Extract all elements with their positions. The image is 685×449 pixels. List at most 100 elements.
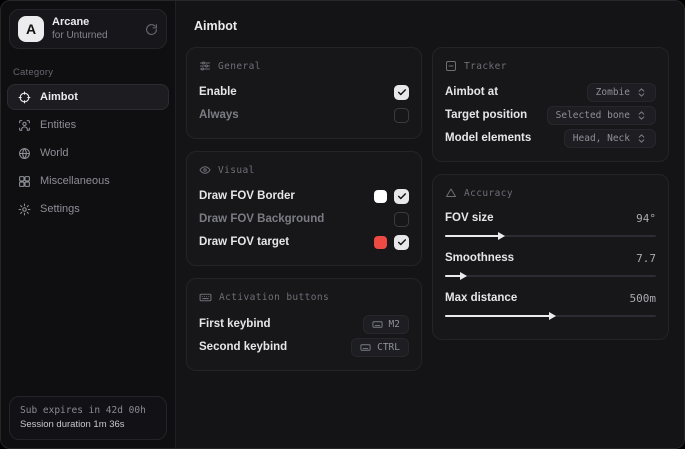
- setting-row-target-position: Target position Selected bone: [445, 104, 656, 126]
- select-value: Head, Neck: [573, 133, 630, 144]
- card-visual: Visual Draw FOV Border Draw FOV Backgrou…: [186, 151, 422, 266]
- card-tracker: Tracker Aimbot at Zombie Target position: [432, 47, 669, 162]
- card-title: General: [218, 61, 261, 72]
- second-keybind-button[interactable]: CTRL: [351, 338, 409, 357]
- gear-icon: [18, 203, 31, 216]
- keybind-value: M2: [389, 319, 400, 330]
- page-title: Aimbot: [194, 19, 669, 33]
- setting-row-model-elements: Model elements Head, Neck: [445, 127, 656, 149]
- session-duration-text: Session duration 1m 36s: [20, 418, 156, 432]
- grid-icon: [18, 175, 31, 188]
- slider-group-smoothness: Smoothness 7.7: [445, 248, 656, 282]
- setting-row-enable: Enable: [199, 81, 409, 103]
- refresh-icon[interactable]: [145, 23, 158, 36]
- sidebar-item-aimbot[interactable]: Aimbot: [7, 84, 169, 110]
- app-subtitle: for Unturned: [52, 30, 108, 42]
- eye-icon: [199, 164, 211, 176]
- always-checkbox[interactable]: [394, 108, 409, 123]
- first-keybind-button[interactable]: M2: [363, 315, 409, 334]
- slider-group-fov-size: FOV size 94°: [445, 208, 656, 242]
- chevrons-up-down-icon: [636, 110, 647, 121]
- app-title: Arcane: [52, 16, 108, 29]
- triangle-icon: [445, 187, 457, 199]
- sliders-icon: [199, 60, 211, 72]
- target-position-select[interactable]: Selected bone: [547, 106, 656, 125]
- slider-group-max-distance: Max distance 500m: [445, 288, 656, 322]
- keyboard-icon: [372, 319, 383, 330]
- setting-label: First keybind: [199, 318, 271, 330]
- card-title: Visual: [218, 165, 255, 176]
- setting-row-aimbot-at: Aimbot at Zombie: [445, 81, 656, 103]
- sidebar-item-label: Aimbot: [40, 91, 78, 103]
- sidebar-item-settings[interactable]: Settings: [7, 196, 169, 222]
- select-value: Zombie: [596, 87, 630, 98]
- max-distance-value: 500m: [630, 292, 657, 305]
- sidebar-nav: Aimbot Entities World Miscellaneous: [1, 84, 175, 222]
- setting-label: Always: [199, 109, 239, 121]
- app-window: A Arcane for Unturned Category Aimbot: [0, 0, 685, 449]
- sidebar-item-label: World: [40, 147, 69, 159]
- sub-expiry-text: Sub expires in 42d 00h: [20, 404, 156, 418]
- sidebar-item-label: Miscellaneous: [40, 175, 110, 187]
- app-logo: A: [18, 16, 44, 42]
- setting-label: Draw FOV Border: [199, 190, 295, 202]
- fov-size-value: 94°: [636, 212, 656, 225]
- setting-label: Draw FOV Background: [199, 213, 324, 225]
- setting-label: Smoothness: [445, 252, 514, 264]
- setting-label: Target position: [445, 109, 527, 121]
- fov-border-checkbox[interactable]: [394, 189, 409, 204]
- globe-icon: [18, 147, 31, 160]
- fov-size-slider[interactable]: [445, 230, 656, 242]
- sidebar-item-miscellaneous[interactable]: Miscellaneous: [7, 168, 169, 194]
- setting-row-second-keybind: Second keybind CTRL: [199, 336, 409, 358]
- setting-row-fov-border: Draw FOV Border: [199, 185, 409, 207]
- enable-checkbox[interactable]: [394, 85, 409, 100]
- crosshair-icon: [18, 91, 31, 104]
- setting-label: Second keybind: [199, 341, 287, 353]
- card-activation-buttons: Activation buttons First keybind M2 Seco…: [186, 278, 422, 371]
- setting-label: Model elements: [445, 132, 531, 144]
- setting-row-always: Always: [199, 104, 409, 126]
- slider-thumb[interactable]: [460, 272, 467, 280]
- setting-label: FOV size: [445, 212, 494, 224]
- chevrons-up-down-icon: [636, 133, 647, 144]
- card-title: Accuracy: [464, 188, 513, 199]
- category-label: Category: [13, 67, 163, 78]
- slider-thumb[interactable]: [549, 312, 556, 320]
- keyboard-icon: [199, 291, 212, 304]
- sidebar-item-entities[interactable]: Entities: [7, 112, 169, 138]
- keybind-value: CTRL: [377, 342, 400, 353]
- setting-row-fov-target: Draw FOV target: [199, 231, 409, 253]
- select-value: Selected bone: [556, 110, 630, 121]
- sidebar: A Arcane for Unturned Category Aimbot: [1, 1, 176, 448]
- person-scan-icon: [18, 119, 31, 132]
- model-elements-select[interactable]: Head, Neck: [564, 129, 656, 148]
- card-title: Activation buttons: [219, 292, 329, 303]
- card-accuracy: Accuracy FOV size 94°: [432, 174, 669, 340]
- setting-row-fov-background: Draw FOV Background: [199, 208, 409, 230]
- subscription-info: Sub expires in 42d 00h Session duration …: [9, 396, 167, 441]
- fov-background-checkbox[interactable]: [394, 212, 409, 227]
- card-general: General Enable Always: [186, 47, 422, 139]
- fov-target-checkbox[interactable]: [394, 235, 409, 250]
- sidebar-item-label: Settings: [40, 203, 80, 215]
- setting-label: Enable: [199, 86, 237, 98]
- chevrons-up-down-icon: [636, 87, 647, 98]
- sidebar-item-label: Entities: [40, 119, 76, 131]
- max-distance-slider[interactable]: [445, 310, 656, 322]
- fov-target-color-swatch[interactable]: [374, 236, 387, 249]
- card-title: Tracker: [464, 61, 507, 72]
- setting-label: Aimbot at: [445, 86, 498, 98]
- aimbot-at-select[interactable]: Zombie: [587, 83, 656, 102]
- slider-thumb[interactable]: [498, 232, 505, 240]
- smoothness-slider[interactable]: [445, 270, 656, 282]
- sidebar-item-world[interactable]: World: [7, 140, 169, 166]
- keyboard-icon: [360, 342, 371, 353]
- main-panel: Aimbot General Enable: [176, 1, 684, 448]
- setting-row-first-keybind: First keybind M2: [199, 313, 409, 335]
- smoothness-value: 7.7: [636, 252, 656, 265]
- square-minus-icon: [445, 60, 457, 72]
- setting-label: Draw FOV target: [199, 236, 289, 248]
- app-logo-card: A Arcane for Unturned: [9, 9, 167, 49]
- fov-border-color-swatch[interactable]: [374, 190, 387, 203]
